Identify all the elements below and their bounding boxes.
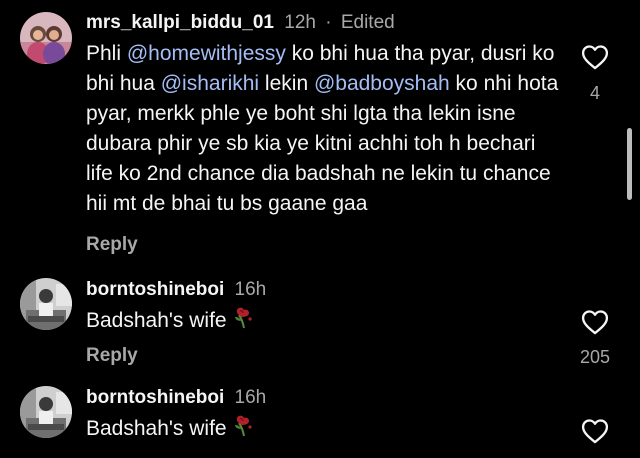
mention-link[interactable]: @badboyshah	[314, 72, 450, 95]
heart-outline-icon[interactable]	[581, 418, 609, 444]
username[interactable]: borntoshineboi	[86, 279, 224, 300]
username[interactable]: mrs_kallpi_biddu_01	[86, 12, 274, 33]
edited-label: Edited	[340, 12, 395, 33]
username[interactable]: borntoshineboi	[86, 387, 224, 408]
avatar[interactable]	[20, 386, 72, 438]
reply-button[interactable]: Reply	[86, 234, 138, 256]
wilted-rose-icon	[233, 413, 255, 446]
comment-header: borntoshineboi 16h	[86, 387, 266, 409]
reply-button[interactable]: Reply	[86, 345, 138, 367]
like-count: 205	[579, 347, 611, 367]
heart-outline-icon[interactable]	[581, 44, 609, 70]
comment-text: Badshah's wife	[86, 413, 566, 446]
like-count: 4	[589, 83, 600, 103]
text-segment: Badshah's wife	[86, 417, 227, 440]
timestamp: 12h	[284, 12, 316, 33]
comment-text: Badshah's wife	[86, 305, 566, 338]
text-segment: Badshah's wife	[86, 309, 227, 332]
text-segment: lekin	[259, 72, 314, 95]
text-segment: Phli	[86, 42, 127, 65]
comment-text: Phli @homewithjessy ko bhi hua tha pyar,…	[86, 39, 566, 219]
avatar[interactable]	[20, 278, 72, 330]
mention-link[interactable]: @homewithjessy	[127, 42, 286, 65]
avatar[interactable]	[20, 12, 72, 64]
comment-header: borntoshineboi 16h	[86, 279, 266, 301]
scrollbar-thumb[interactable]	[627, 128, 632, 200]
heart-outline-icon[interactable]	[581, 309, 609, 335]
separator: ·	[325, 12, 332, 33]
mention-link[interactable]: @isharikhi	[161, 72, 259, 95]
timestamp: 16h	[234, 279, 267, 300]
comment-header: mrs_kallpi_biddu_01 12h · Edited	[86, 12, 395, 34]
timestamp: 16h	[234, 387, 267, 408]
wilted-rose-icon	[233, 305, 255, 338]
